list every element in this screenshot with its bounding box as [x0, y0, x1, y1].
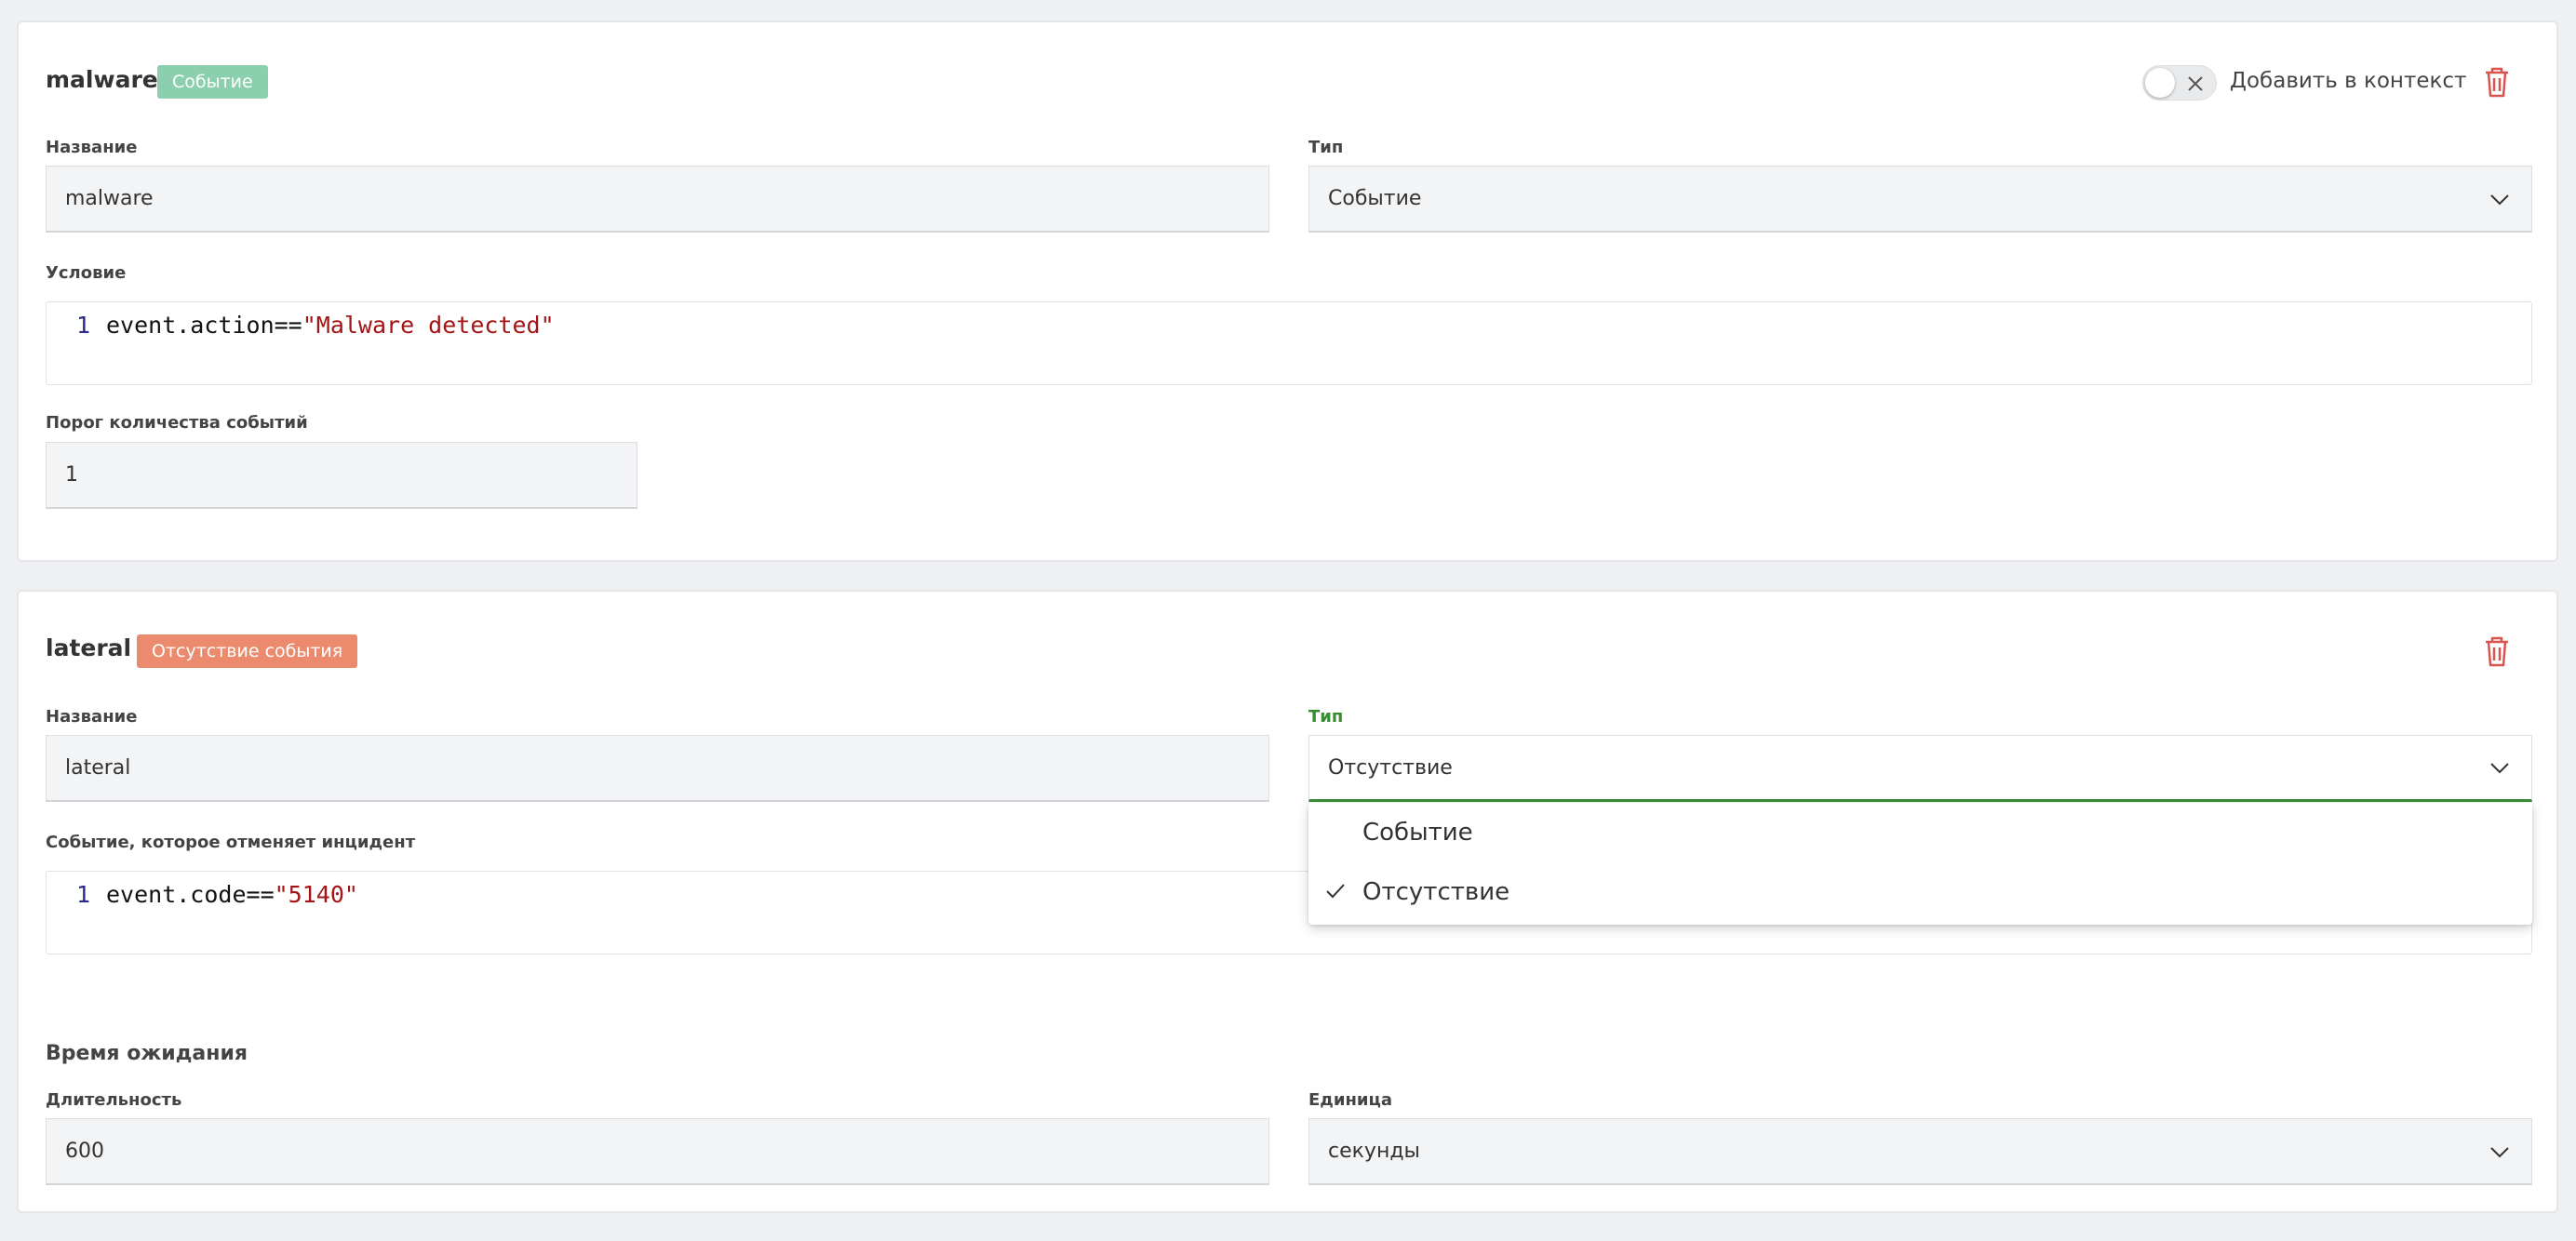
type-select[interactable]: Событие — [1308, 166, 2532, 233]
threshold-label: Порог количества событий — [46, 413, 308, 433]
add-to-context-label: Добавить в контекст — [2230, 69, 2467, 93]
type-badge: Отсутствие события — [137, 634, 358, 668]
type-label: Тип — [1308, 707, 1344, 727]
name-input[interactable]: malware — [46, 166, 1269, 233]
code-text: event.code== — [106, 881, 275, 908]
threshold-input[interactable]: 1 — [46, 442, 637, 509]
name-label: Название — [46, 707, 138, 727]
name-input[interactable]: lateral — [46, 735, 1269, 802]
block-title: lateral — [46, 634, 132, 661]
duration-label: Длительность — [46, 1090, 182, 1110]
code-text: event.action== — [106, 312, 302, 339]
line-number: 1 — [76, 881, 91, 908]
rule-block-malware: malware Событие Добавить в контекст Назв… — [17, 20, 2558, 562]
type-select-value: Отсутствие — [1328, 755, 1453, 780]
name-label: Название — [46, 138, 138, 157]
code-string: "5140" — [274, 881, 358, 908]
chevron-down-icon — [2490, 763, 2509, 774]
wait-time-title: Время ожидания — [46, 1042, 248, 1065]
type-dropdown-menu: Событие Отсутствие — [1308, 803, 2532, 925]
add-to-context-toggle[interactable] — [2142, 65, 2217, 100]
close-icon — [2188, 76, 2203, 91]
condition-label: Условие — [46, 263, 127, 283]
option-label: Событие — [1362, 819, 1473, 847]
type-select-value: Событие — [1328, 187, 1422, 210]
chevron-down-icon — [2490, 193, 2509, 205]
code-line: 1 event.code== "5140" — [76, 881, 358, 908]
trash-icon[interactable] — [2481, 65, 2513, 99]
duration-input[interactable]: 600 — [46, 1118, 1269, 1185]
toggle-knob — [2145, 68, 2175, 98]
block-title: malware — [46, 66, 158, 93]
code-line: 1 event.action== "Malware detected" — [76, 312, 555, 339]
code-string: "Malware detected" — [302, 312, 555, 339]
dropdown-option-event[interactable]: Событие — [1308, 803, 2532, 862]
type-select[interactable]: Отсутствие — [1308, 735, 2532, 802]
unit-select-value: секунды — [1328, 1140, 1420, 1163]
type-badge: Событие — [157, 65, 268, 99]
trash-icon[interactable] — [2481, 634, 2513, 668]
cancel-event-label: Событие, которое отменяет инцидент — [46, 833, 416, 852]
dropdown-option-absence[interactable]: Отсутствие — [1308, 862, 2532, 922]
unit-label: Единица — [1308, 1090, 1392, 1110]
type-label: Тип — [1308, 138, 1344, 157]
option-label: Отсутствие — [1362, 878, 1510, 906]
check-icon — [1326, 884, 1345, 899]
unit-select[interactable]: секунды — [1308, 1118, 2532, 1185]
line-number: 1 — [76, 312, 91, 339]
chevron-down-icon — [2490, 1146, 2509, 1157]
condition-code-editor[interactable]: 1 event.action== "Malware detected" — [46, 301, 2532, 385]
